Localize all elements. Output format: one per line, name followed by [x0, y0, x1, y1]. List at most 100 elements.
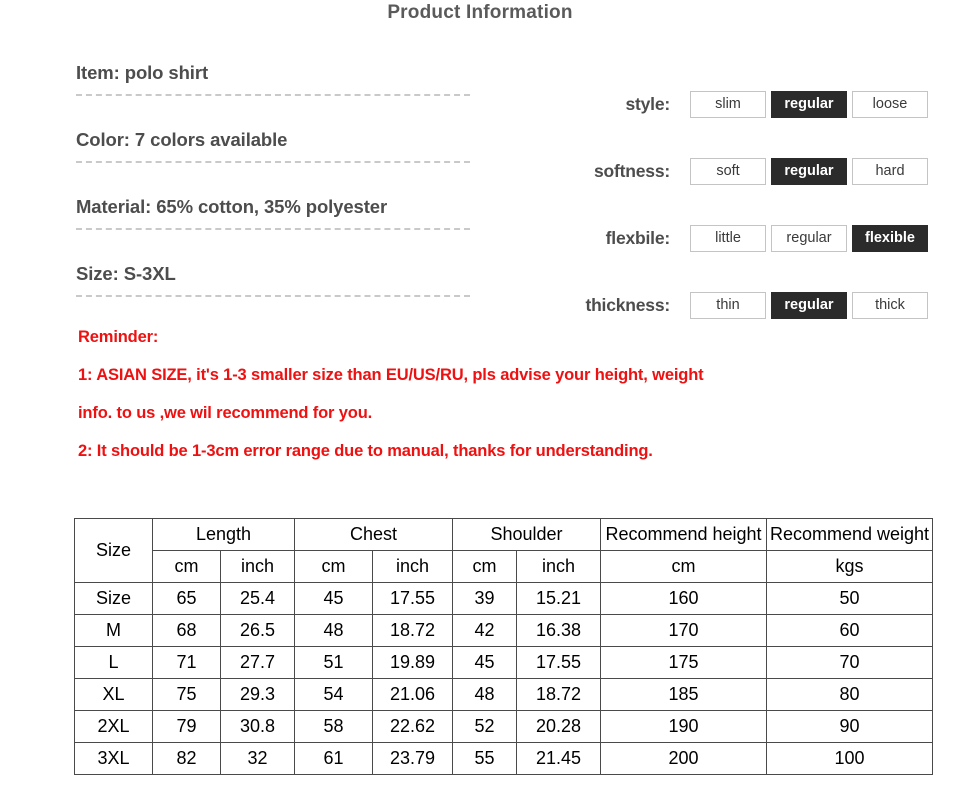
- reminder-line-1: 1: ASIAN SIZE, it's 1-3 smaller size tha…: [78, 366, 704, 384]
- cell-height-cm: 185: [600, 678, 767, 711]
- cell-chest-cm: 45: [294, 582, 373, 615]
- cell-shoulder-inch: 17.55: [516, 646, 601, 679]
- reminder-block: Reminder: 1: ASIAN SIZE, it's 1-3 smalle…: [78, 318, 938, 470]
- cell-length-inch: 25.4: [220, 582, 295, 615]
- option-softness-soft[interactable]: soft: [690, 157, 766, 185]
- cell-chest-inch: 21.06: [372, 678, 453, 711]
- option-flexbile-regular[interactable]: regular: [771, 224, 847, 252]
- cell-length-cm: 71: [152, 646, 221, 679]
- attribute-label-flexbile: flexbile:: [605, 227, 671, 248]
- reminder-heading: Reminder:: [78, 328, 159, 346]
- table-row: L 71 27.7 51 19.89 45 17.55 175 70: [74, 646, 933, 679]
- option-style-regular[interactable]: regular: [771, 90, 847, 118]
- table-body: Size 65 25.4 45 17.55 39 15.21 160 50 M …: [74, 582, 933, 775]
- cell-weight-kgs: 90: [766, 710, 933, 743]
- cell-size: L: [74, 646, 153, 679]
- spec-divider: [76, 295, 470, 297]
- attribute-label-softness: softness:: [594, 160, 670, 181]
- reminder-line-3: 2: It should be 1-3cm error range due to…: [78, 442, 653, 460]
- unit-chest-cm: cm: [294, 550, 373, 583]
- attribute-options-flexbile: little regular flexible: [690, 224, 928, 252]
- header-size: Size: [74, 518, 153, 583]
- cell-weight-kgs: 70: [766, 646, 933, 679]
- unit-length-inch: inch: [220, 550, 295, 583]
- cell-shoulder-cm: 42: [452, 614, 517, 647]
- cell-shoulder-cm: 52: [452, 710, 517, 743]
- unit-length-cm: cm: [152, 550, 221, 583]
- size-chart-table: Size Length Chest Shoulder Recommend hei…: [74, 518, 933, 775]
- option-thickness-thick[interactable]: thick: [852, 291, 928, 319]
- spec-material-text: Material: 65% cotton, 35% polyester: [76, 196, 388, 217]
- cell-weight-kgs: 100: [766, 742, 933, 775]
- table-row: 3XL 82 32 61 23.79 55 21.45 200 100: [74, 742, 933, 775]
- cell-shoulder-inch: 20.28: [516, 710, 601, 743]
- spec-divider: [76, 94, 470, 96]
- cell-height-cm: 160: [600, 582, 767, 615]
- cell-chest-cm: 58: [294, 710, 373, 743]
- header-recommend-weight: Recommend weight: [766, 518, 933, 551]
- cell-shoulder-cm: 45: [452, 646, 517, 679]
- table-row: M 68 26.5 48 18.72 42 16.38 170 60: [74, 614, 933, 647]
- cell-weight-kgs: 80: [766, 678, 933, 711]
- cell-length-inch: 27.7: [220, 646, 295, 679]
- cell-height-cm: 170: [600, 614, 767, 647]
- cell-chest-cm: 54: [294, 678, 373, 711]
- attribute-row-flexbile: flexbile: little regular flexible: [530, 220, 928, 256]
- unit-height-cm: cm: [600, 550, 767, 583]
- option-softness-hard[interactable]: hard: [852, 157, 928, 185]
- unit-weight-kgs: kgs: [766, 550, 933, 583]
- cell-height-cm: 200: [600, 742, 767, 775]
- attribute-options-style: slim regular loose: [690, 90, 928, 118]
- table-row: 2XL 79 30.8 58 22.62 52 20.28 190 90: [74, 710, 933, 743]
- cell-shoulder-inch: 18.72: [516, 678, 601, 711]
- header-shoulder: Shoulder: [452, 518, 601, 551]
- spec-row-material: Material: 65% cotton, 35% polyester: [76, 196, 476, 263]
- spec-item-text: Item: polo shirt: [76, 62, 209, 83]
- attribute-label-thickness: thickness:: [585, 294, 670, 315]
- cell-length-cm: 75: [152, 678, 221, 711]
- unit-shoulder-inch: inch: [516, 550, 601, 583]
- cell-chest-inch: 17.55: [372, 582, 453, 615]
- table-row: Size 65 25.4 45 17.55 39 15.21 160 50: [74, 582, 933, 615]
- cell-chest-inch: 23.79: [372, 742, 453, 775]
- table-row: XL 75 29.3 54 21.06 48 18.72 185 80: [74, 678, 933, 711]
- unit-shoulder-cm: cm: [452, 550, 517, 583]
- option-thickness-regular[interactable]: regular: [771, 291, 847, 319]
- spec-list: Item: polo shirt Color: 7 colors availab…: [76, 62, 476, 330]
- header-chest: Chest: [294, 518, 453, 551]
- cell-length-inch: 32: [220, 742, 295, 775]
- cell-length-inch: 30.8: [220, 710, 295, 743]
- cell-length-cm: 82: [152, 742, 221, 775]
- option-flexbile-little[interactable]: little: [690, 224, 766, 252]
- cell-shoulder-inch: 16.38: [516, 614, 601, 647]
- spec-divider: [76, 161, 470, 163]
- cell-shoulder-inch: 15.21: [516, 582, 601, 615]
- option-thickness-thin[interactable]: thin: [690, 291, 766, 319]
- spec-row-item: Item: polo shirt: [76, 62, 476, 129]
- cell-weight-kgs: 60: [766, 614, 933, 647]
- cell-size: 3XL: [74, 742, 153, 775]
- option-style-loose[interactable]: loose: [852, 90, 928, 118]
- option-flexbile-flexible[interactable]: flexible: [852, 224, 928, 252]
- cell-chest-cm: 51: [294, 646, 373, 679]
- cell-length-cm: 68: [152, 614, 221, 647]
- cell-length-inch: 26.5: [220, 614, 295, 647]
- cell-shoulder-inch: 21.45: [516, 742, 601, 775]
- cell-length-cm: 65: [152, 582, 221, 615]
- attribute-row-softness: softness: soft regular hard: [530, 153, 928, 189]
- cell-length-cm: 79: [152, 710, 221, 743]
- table-group-header-row: Size Length Chest Shoulder Recommend hei…: [74, 518, 933, 583]
- spec-color-text: Color: 7 colors available: [76, 129, 288, 150]
- cell-size: XL: [74, 678, 153, 711]
- cell-chest-inch: 19.89: [372, 646, 453, 679]
- table-unit-header-row: cm inch cm inch cm inch cm kgs: [75, 550, 933, 583]
- attribute-label-style: style:: [625, 93, 670, 114]
- cell-length-inch: 29.3: [220, 678, 295, 711]
- product-information-title: Product Information: [387, 2, 573, 23]
- header-recommend-height: Recommend height: [600, 518, 767, 551]
- cell-chest-inch: 22.62: [372, 710, 453, 743]
- option-style-slim[interactable]: slim: [690, 90, 766, 118]
- option-softness-regular[interactable]: regular: [771, 157, 847, 185]
- cell-weight-kgs: 50: [766, 582, 933, 615]
- attribute-row-style: style: slim regular loose: [530, 86, 928, 122]
